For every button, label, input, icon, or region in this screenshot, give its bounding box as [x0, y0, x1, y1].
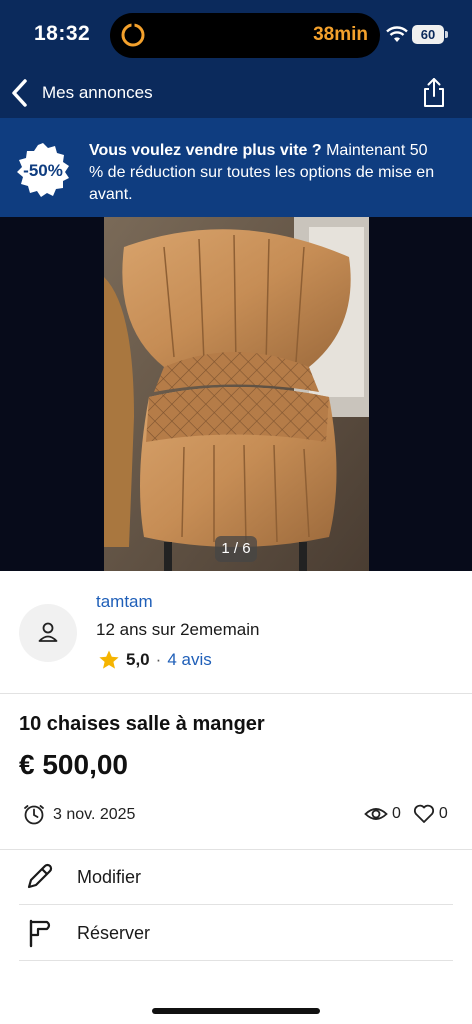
user-icon: [38, 622, 58, 642]
header: 18:32 38min 60 Mes annonces -50% Vous vo…: [0, 0, 472, 217]
favorites-count: 0: [438, 805, 448, 822]
listing-title: 10 chaises salle à manger: [19, 713, 265, 735]
reserve-label: Réserver: [77, 922, 151, 943]
edit-label: Modifier: [77, 866, 142, 887]
rating-separator: ·: [155, 650, 162, 669]
reviews-link[interactable]: 4 avis: [167, 650, 211, 670]
star-icon: [99, 650, 119, 669]
avatar[interactable]: [19, 604, 77, 662]
date-info: 3 nov. 2025: [23, 804, 135, 826]
chevron-left-icon: [12, 79, 27, 107]
battery-indicator: 60: [412, 25, 448, 44]
discount-badge-icon: -50%: [17, 143, 69, 197]
back-label: Mes annonces: [42, 83, 153, 102]
discount-badge-text: -50%: [23, 161, 63, 180]
seller-card[interactable]: tamtam 12 ans sur 2ememain 5,0 · 4 avis: [0, 571, 472, 694]
reserve-button[interactable]: Réserver: [19, 906, 453, 961]
share-icon[interactable]: [420, 76, 448, 108]
photo-gallery[interactable]: 1 / 6: [0, 217, 472, 571]
listing-stats: 0 0: [364, 804, 460, 824]
promo-text: Vous voulez vendre plus vite ? Maintenan…: [89, 140, 444, 206]
timer-icon: [121, 23, 145, 47]
pencil-icon: [19, 857, 59, 897]
clock-icon: [24, 805, 44, 825]
seller-rating: 5,0 · 4 avis: [98, 649, 212, 671]
wifi-icon: [386, 26, 408, 42]
edit-button[interactable]: Modifier: [19, 850, 453, 905]
views-count: 0: [392, 805, 401, 822]
bottom-safe-area: [0, 982, 472, 1024]
listing-meta: 3 nov. 2025 0 0: [0, 800, 472, 830]
chair-photo-illustration: [104, 217, 369, 571]
listing-photo[interactable]: [104, 217, 369, 571]
listing-price: € 500,00: [19, 749, 128, 780]
home-indicator[interactable]: [152, 1008, 320, 1014]
heart-icon: [413, 804, 434, 823]
navigation-bar: Mes annonces: [0, 70, 472, 116]
promo-bold-text: Vous voulez vendre plus vite ?: [89, 142, 322, 159]
photo-counter: 1 / 6: [215, 536, 257, 562]
back-button[interactable]: Mes annonces: [8, 74, 153, 112]
listing-date: 3 nov. 2025: [53, 806, 136, 823]
flag-icon: [19, 913, 59, 953]
status-time: 18:32: [34, 22, 91, 45]
status-bar: 18:32 38min 60: [0, 0, 472, 70]
eye-icon: [364, 808, 388, 820]
seller-membership: 12 ans sur 2ememain: [96, 620, 260, 639]
seller-name[interactable]: tamtam: [96, 592, 153, 612]
dynamic-island[interactable]: 38min: [110, 13, 380, 58]
rating-value: 5,0: [126, 650, 150, 669]
timer-text: 38min: [313, 24, 368, 45]
